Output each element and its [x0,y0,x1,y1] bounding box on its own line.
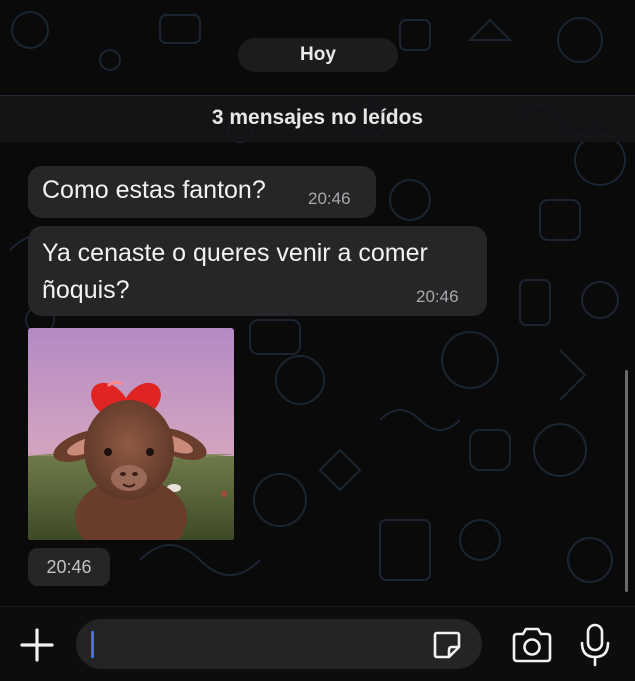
unread-banner: 3 mensajes no leídos [0,95,635,142]
composer-bar [0,606,635,681]
message-bubble[interactable]: Como estas fanton? 20:46 [28,166,376,218]
text-caret [91,631,94,658]
chat-area[interactable]: Hoy 3 mensajes no leídos Como estas fant… [0,0,635,606]
sticker-icon[interactable] [431,629,463,661]
camera-icon[interactable] [510,625,554,665]
message-time: 20:46 [308,189,351,208]
message-bubble[interactable]: Ya cenaste o queres venir a comer ñoquis… [28,226,487,316]
message-input[interactable] [76,619,482,669]
plus-icon[interactable] [18,626,56,664]
photo-message[interactable] [28,328,234,540]
date-divider: Hoy [238,38,398,72]
unread-count-label: 3 mensajes no leídos [211,106,424,129]
scrollbar[interactable] [625,370,628,592]
photo-time: 20:46 [28,548,110,586]
lamb-photo [28,328,234,540]
microphone-icon[interactable] [578,622,612,668]
message-text: Como estas fanton? [42,176,266,204]
message-time: 20:46 [416,287,459,306]
